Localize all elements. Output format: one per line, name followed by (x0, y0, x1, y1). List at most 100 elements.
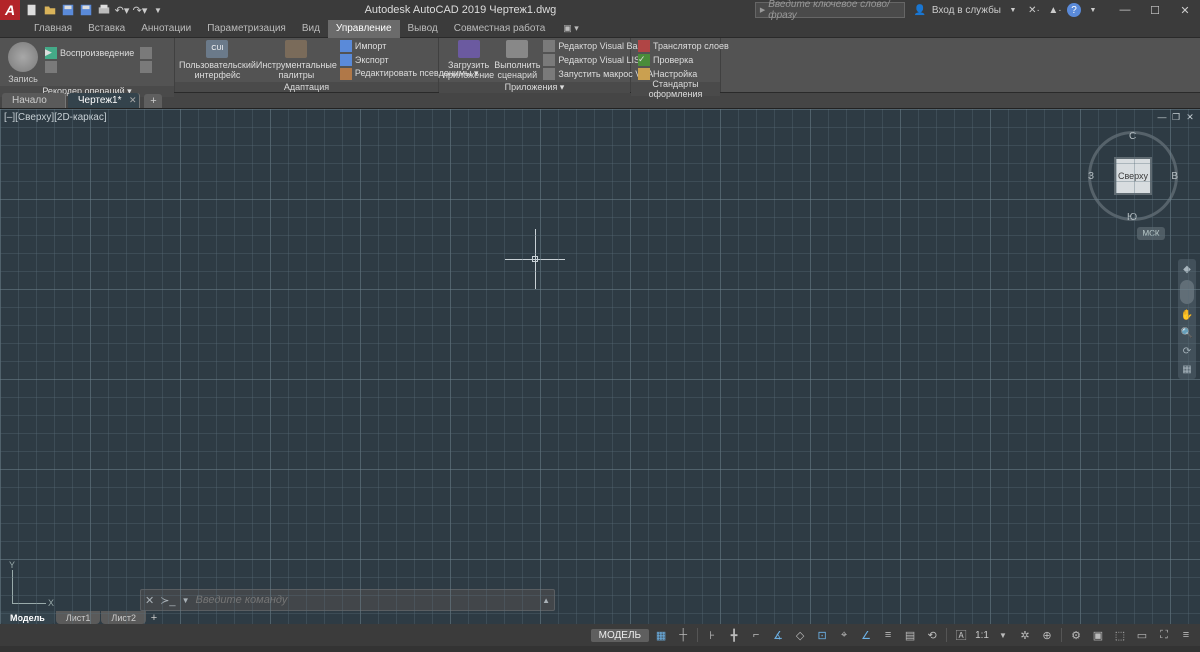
palette-icon (285, 40, 307, 58)
modelspace-badge[interactable]: МОДЕЛЬ (591, 629, 649, 642)
signin-label[interactable]: Вход в службы (932, 2, 1001, 18)
nav-pan-icon[interactable]: ✋ (1180, 308, 1194, 322)
tab-close-icon[interactable]: ✕ (129, 95, 137, 106)
close-button[interactable]: ✕ (1170, 0, 1200, 20)
qat-plot-icon[interactable] (96, 2, 112, 18)
status-annovis-icon[interactable]: ✲ (1015, 626, 1035, 644)
cui-button[interactable]: CUI Пользовательский интерфейс (179, 40, 256, 80)
status-autoscale-icon[interactable]: ⊕ (1037, 626, 1057, 644)
qat-new-icon[interactable] (24, 2, 40, 18)
nav-wheel-icon[interactable] (1180, 280, 1194, 304)
status-snap-icon[interactable]: ┼ (673, 626, 693, 644)
macro-icon (543, 68, 555, 80)
menu-featured[interactable]: ▣ ▾ (557, 23, 585, 34)
tab-drawing1[interactable]: Чертеж1*✕ (68, 93, 141, 108)
playback-button[interactable]: ▶Воспроизведение (45, 47, 134, 60)
signin-icon[interactable]: 👤 (911, 2, 929, 18)
qat-more-icon[interactable]: ▼ (150, 2, 166, 18)
layertrans-button[interactable]: Транслятор слоев (638, 40, 729, 53)
menu-manage[interactable]: Управление (328, 20, 400, 38)
search-input[interactable]: Введите ключевое слово/фразу (755, 2, 905, 18)
play-icon: ▶ (45, 47, 57, 59)
status-dyn-icon[interactable]: ╋ (724, 626, 744, 644)
nav-zoom-icon[interactable]: 🔍 (1180, 326, 1194, 340)
lisp-icon (543, 54, 555, 66)
status-cycle-icon[interactable]: ⟲ (922, 626, 942, 644)
help-icon[interactable]: ? (1067, 3, 1081, 17)
status-cleanscreen-icon[interactable]: ⛶ (1154, 626, 1174, 644)
recorder-btn3[interactable] (140, 61, 152, 74)
recorder-btn2[interactable] (140, 47, 152, 60)
cmd-recent-icon[interactable]: ▲ (542, 596, 550, 605)
menu-view[interactable]: Вид (294, 20, 328, 38)
option2-icon (140, 61, 152, 73)
nav-orbit-icon[interactable]: ⟳ (1180, 344, 1194, 358)
standards-panel-title: Стандарты оформления (631, 82, 720, 96)
export-icon (340, 54, 352, 66)
status-qprop-icon[interactable]: ▭ (1132, 626, 1152, 644)
wcs-badge[interactable]: МСК (1137, 227, 1165, 240)
menu-annotate[interactable]: Аннотации (133, 20, 199, 38)
doc-minimize-icon[interactable]: — (1156, 111, 1168, 123)
qat-undo-icon[interactable]: ↶▾ (114, 2, 130, 18)
status-annoscale-icon[interactable]: 🄰 (951, 626, 971, 644)
status-workspace-icon[interactable]: ⚙ (1066, 626, 1086, 644)
script-icon (506, 40, 528, 58)
recorder-pref-button[interactable] (45, 61, 134, 74)
status-lwt-icon[interactable]: ≡ (878, 626, 898, 644)
script-button[interactable]: Выполнить сценарий (494, 40, 540, 80)
status-otrack-icon[interactable]: ∠ (856, 626, 876, 644)
qat-open-icon[interactable] (42, 2, 58, 18)
loadapp-button[interactable]: Загрузить приложение (443, 40, 494, 80)
status-transparency-icon[interactable]: ▤ (900, 626, 920, 644)
tree-icon (45, 61, 57, 73)
cui-icon: CUI (206, 40, 228, 58)
a360-icon[interactable]: ▲· (1046, 2, 1064, 18)
menu-output[interactable]: Вывод (400, 20, 446, 38)
nav-fullnav-icon[interactable]: ◆ (1180, 262, 1194, 276)
status-custom-icon[interactable]: ≡ (1176, 626, 1196, 644)
status-grid-icon[interactable]: ▦ (651, 626, 671, 644)
window-title: Autodesk AutoCAD 2019 Чертеж1.dwg (166, 4, 755, 16)
status-3dosnap-icon[interactable]: ⌖ (834, 626, 854, 644)
status-units-icon[interactable]: ⬚ (1110, 626, 1130, 644)
qat-save-icon[interactable] (60, 2, 76, 18)
menu-insert[interactable]: Вставка (80, 20, 133, 38)
status-monitor-icon[interactable]: ▣ (1088, 626, 1108, 644)
status-ortho-icon[interactable]: ⌐ (746, 626, 766, 644)
trans-icon (638, 40, 650, 52)
drawing-canvas[interactable]: [–][Сверху][2D-каркас] — ❐ ✕ Y X Сверху … (0, 109, 1200, 624)
status-iso-icon[interactable]: ◇ (790, 626, 810, 644)
command-line[interactable]: ✕ ≻_ ▼ ▲ (140, 589, 555, 611)
tab-add-button[interactable]: + (144, 94, 162, 108)
viewport-label[interactable]: [–][Сверху][2D-каркас] (4, 112, 107, 123)
menu-home[interactable]: Главная (26, 20, 80, 38)
doc-restore-icon[interactable]: ❐ (1170, 111, 1182, 123)
tab-start[interactable]: Начало (2, 93, 66, 108)
menu-collab[interactable]: Совместная работа (446, 20, 554, 38)
qat-saveas-icon[interactable] (78, 2, 94, 18)
palettes-button[interactable]: Инструментальные палитры (256, 40, 337, 80)
status-scale-label[interactable]: 1:1 (973, 630, 991, 641)
alias-icon (340, 68, 352, 80)
status-osnap-icon[interactable]: ⊡ (812, 626, 832, 644)
doc-close-icon[interactable]: ✕ (1184, 111, 1196, 123)
apps-panel-title[interactable]: Приложения ▾ (439, 82, 630, 93)
qat-redo-icon[interactable]: ↷▾ (132, 2, 148, 18)
cmd-chevron-icon[interactable]: ▼ (182, 596, 190, 605)
app-logo[interactable]: A (0, 0, 20, 20)
exchange-icon[interactable]: ✕· (1025, 2, 1043, 18)
nav-showmotion-icon[interactable]: ▦ (1180, 362, 1194, 376)
status-infer-icon[interactable]: ⊦ (702, 626, 722, 644)
signin-dropdown-icon[interactable]: ▼ (1004, 2, 1022, 18)
menu-parametric[interactable]: Параметризация (199, 20, 294, 38)
viewcube-face[interactable]: Сверху (1116, 159, 1150, 193)
check-icon: ✓ (638, 54, 650, 66)
minimize-button[interactable]: — (1110, 0, 1140, 20)
status-polar-icon[interactable]: ∡ (768, 626, 788, 644)
status-scale-dropdown-icon[interactable]: ▼ (993, 626, 1013, 644)
check-button[interactable]: ✓Проверка (638, 54, 729, 67)
record-button[interactable] (8, 42, 38, 72)
maximize-button[interactable]: ☐ (1140, 0, 1170, 20)
help-dropdown-icon[interactable]: ▼ (1084, 2, 1102, 18)
